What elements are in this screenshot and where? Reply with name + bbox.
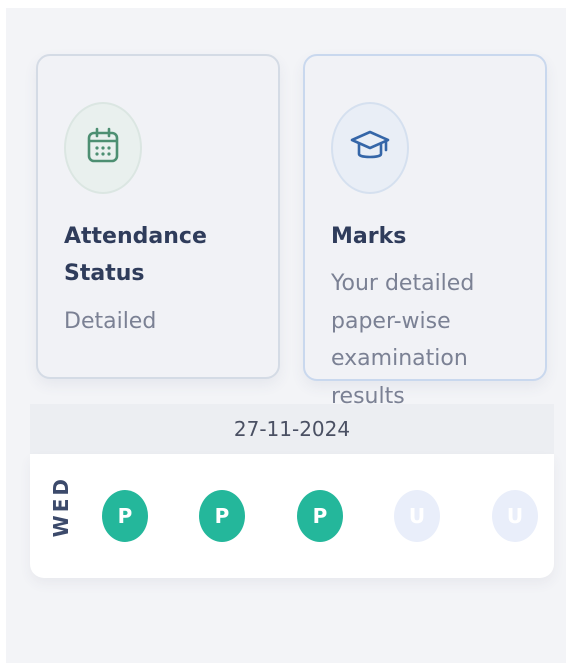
period-status-badge[interactable]: P [297, 490, 343, 542]
period-status-badge[interactable]: U [394, 490, 440, 542]
weekday-label: WED [49, 476, 73, 538]
attendance-date-header: 27-11-2024 [30, 404, 554, 454]
marks-card[interactable]: Marks Your detailed paper-wise examinati… [303, 54, 547, 409]
marks-icon-circle [331, 102, 409, 194]
period-status-badge[interactable]: U [492, 490, 538, 542]
attendance-card-title: Attendance Status [64, 218, 264, 292]
calendar-icon [86, 127, 120, 169]
screen: Attendance Status Detailed Marks Your de… [6, 8, 566, 663]
attendance-day-row: WED P P P U U [30, 454, 554, 578]
attendance-title-line-1: Attendance [64, 224, 207, 249]
attendance-icon-circle [64, 102, 142, 194]
marks-card-title: Marks [331, 224, 407, 249]
period-status-badge[interactable]: P [102, 490, 148, 542]
attendance-card-subtitle: Detailed [64, 309, 157, 334]
period-status-badge[interactable]: P [199, 490, 245, 542]
marks-subtitle-line: examination [331, 346, 468, 371]
marks-subtitle-line: Your detailed [331, 271, 475, 296]
attendance-status-card[interactable]: Attendance Status Detailed [36, 54, 280, 379]
attendance-title-line-2: Status [64, 261, 145, 286]
graduation-cap-icon [350, 128, 390, 168]
marks-subtitle-line: paper-wise [331, 308, 451, 334]
marks-card-subtitle: Your detailed paper-wise examination res… [331, 265, 531, 415]
